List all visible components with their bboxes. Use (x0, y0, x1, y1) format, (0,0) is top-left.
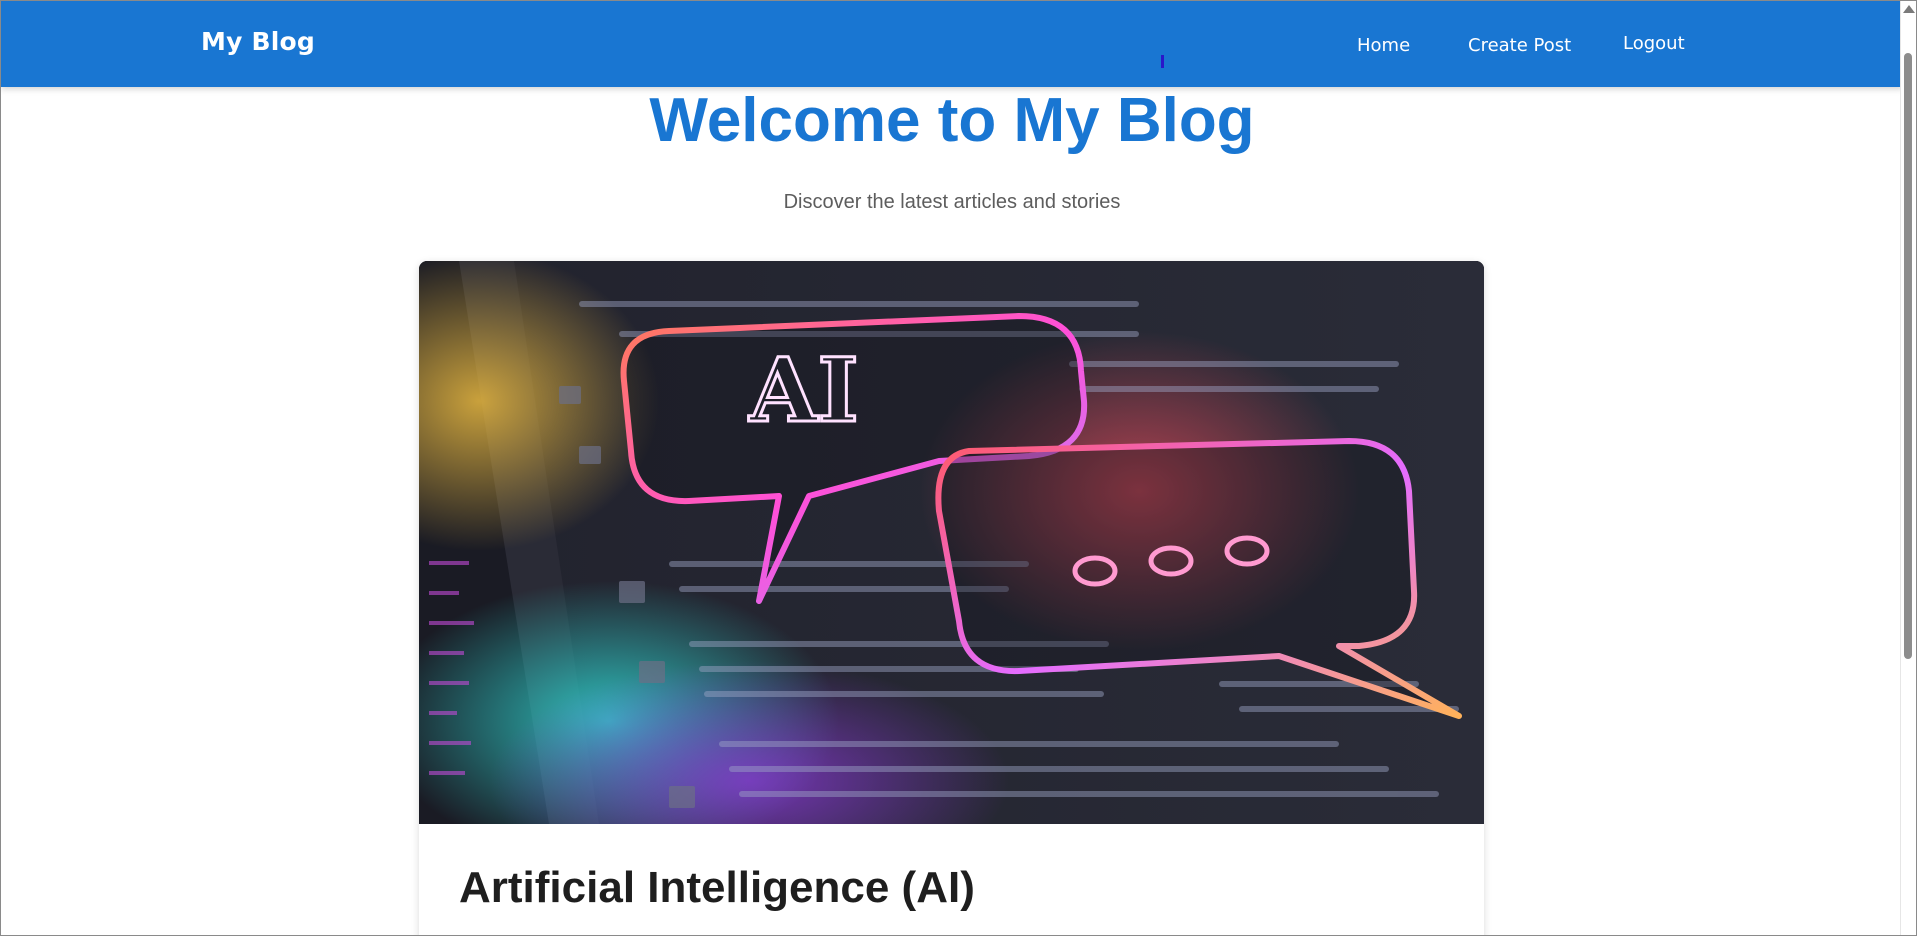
vertical-scrollbar[interactable] (1900, 1, 1916, 935)
ai-bubble-text: AI (748, 338, 858, 442)
brand-logo-link[interactable]: My Blog (201, 27, 315, 56)
text-cursor-marker (1161, 55, 1164, 68)
page-title: Welcome to My Blog (649, 86, 1255, 155)
post-card[interactable]: AI Artificial Intelligence (AI) (419, 261, 1484, 935)
post-card-title[interactable]: Artificial Intelligence (AI) (459, 863, 975, 913)
nav-link-home[interactable]: Home (1357, 35, 1410, 56)
nav-link-logout[interactable]: Logout (1623, 33, 1685, 54)
top-navbar: My Blog Home Create Post Logout (1, 1, 1903, 87)
ai-chat-illustration: AI (419, 261, 1484, 824)
browser-viewport: My Blog Home Create Post Logout Welcome … (0, 0, 1917, 936)
scrollbar-thumb[interactable] (1904, 53, 1912, 659)
nav-link-create-post[interactable]: Create Post (1468, 35, 1571, 56)
post-card-image[interactable]: AI (419, 261, 1484, 824)
scroll-up-arrow-icon[interactable] (1903, 5, 1915, 13)
page-subtitle: Discover the latest articles and stories (783, 191, 1121, 213)
